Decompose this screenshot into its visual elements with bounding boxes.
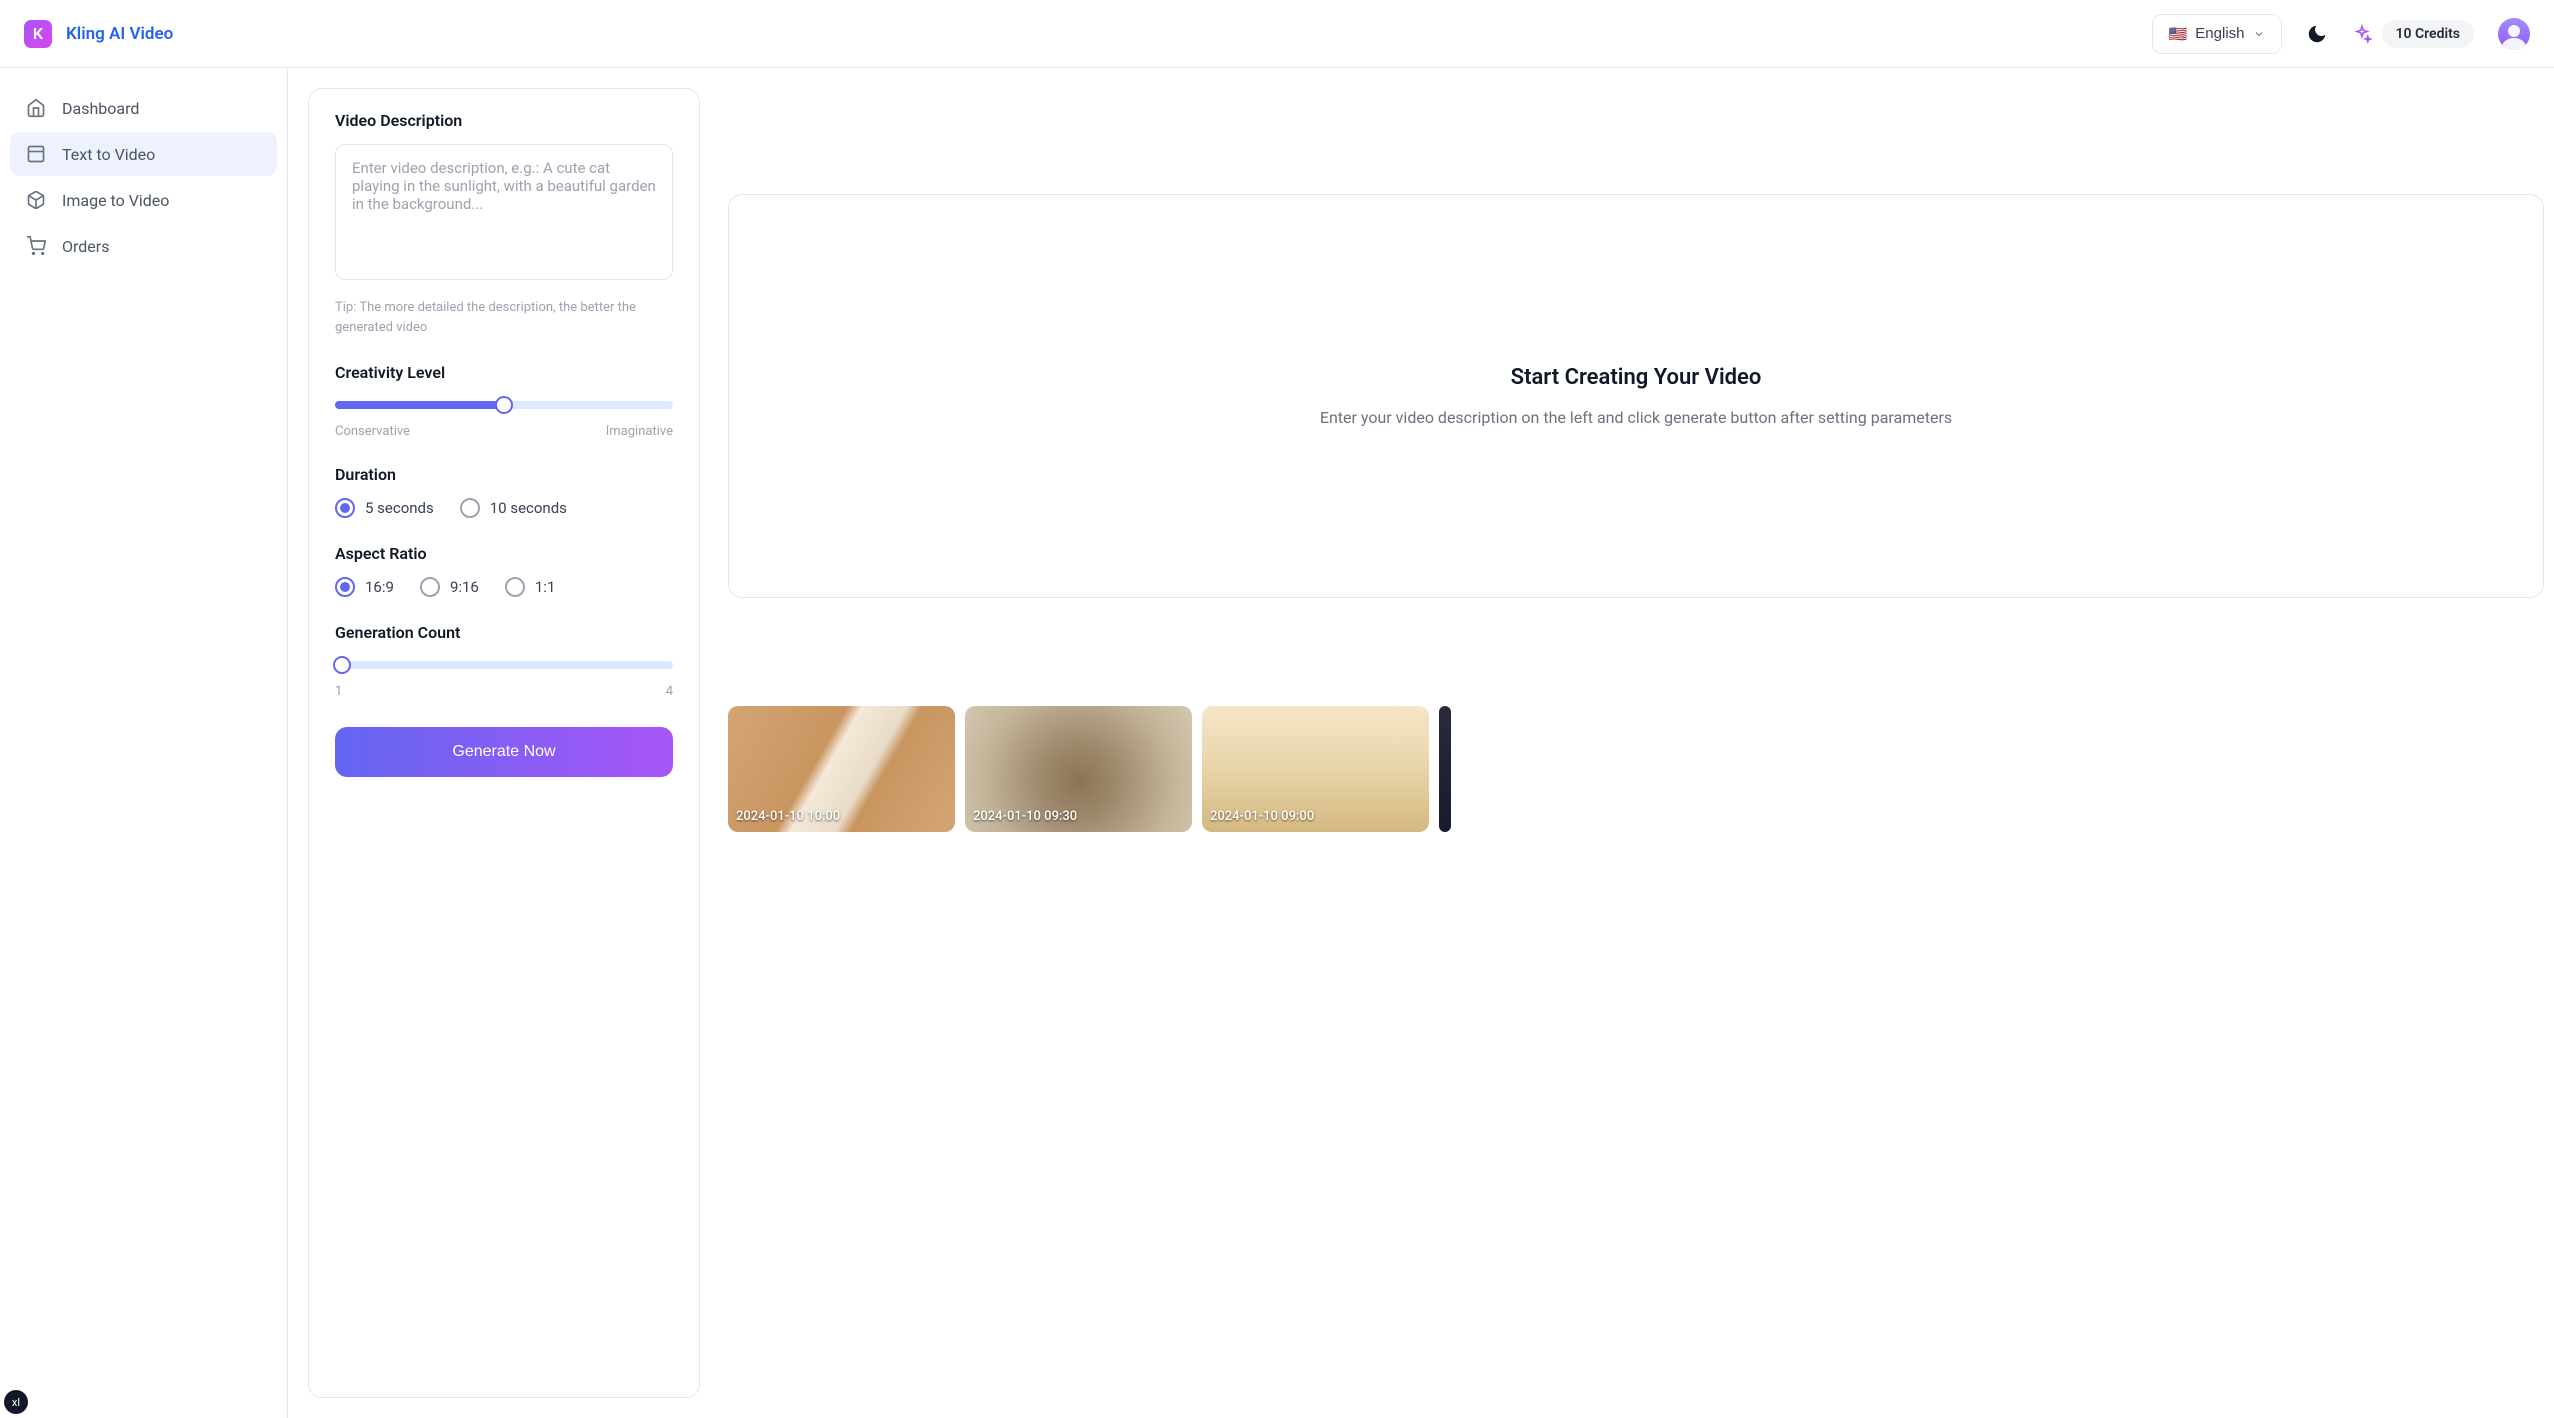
brand[interactable]: K Kling AI Video: [24, 20, 173, 48]
sidebar-item-text-to-video[interactable]: Text to Video: [10, 132, 277, 176]
language-label: English: [2195, 25, 2244, 42]
description-label: Video Description: [335, 111, 673, 130]
user-avatar[interactable]: [2498, 18, 2530, 50]
radio-label: 5 seconds: [365, 499, 434, 517]
sidebar-item-label: Text to Video: [62, 145, 155, 164]
thumbnail-timestamp: 2024-01-10 09:00: [1210, 809, 1314, 824]
settings-panel: Video Description Tip: The more detailed…: [308, 88, 700, 1398]
credits-pill: 10 Credits: [2382, 20, 2475, 48]
creativity-max-label: Imaginative: [606, 424, 673, 439]
preview-subtitle: Enter your video description on the left…: [1320, 408, 1952, 427]
history-thumbnails: 2024-01-10 10:00 2024-01-10 09:30 2024-0…: [728, 706, 2544, 832]
history-thumbnail-partial[interactable]: [1439, 706, 1451, 832]
radio-label: 16:9: [365, 578, 394, 596]
duration-option-10s[interactable]: 10 seconds: [460, 498, 567, 518]
creativity-min-label: Conservative: [335, 424, 410, 439]
flag-icon: 🇺🇸: [2169, 25, 2188, 43]
count-max-label: 4: [666, 684, 673, 699]
brand-name: Kling AI Video: [66, 24, 173, 44]
header-actions: 🇺🇸 English 10 Credits: [2152, 14, 2530, 54]
radio-unchecked-icon: [460, 498, 480, 518]
sidebar-item-dashboard[interactable]: Dashboard: [10, 86, 277, 130]
count-slider[interactable]: [335, 656, 673, 674]
sidebar-item-orders[interactable]: Orders: [10, 224, 277, 268]
dark-mode-toggle[interactable]: [2306, 23, 2328, 45]
main: Video Description Tip: The more detailed…: [288, 68, 2554, 1418]
radio-unchecked-icon: [505, 577, 525, 597]
sparkle-icon: [2352, 24, 2372, 44]
aspect-option-16-9[interactable]: 16:9: [335, 577, 394, 597]
description-input[interactable]: [335, 144, 673, 280]
thumbnail-timestamp: 2024-01-10 09:30: [973, 809, 1077, 824]
radio-label: 9:16: [450, 578, 479, 596]
duration-label: Duration: [335, 465, 673, 484]
count-min-label: 1: [335, 684, 342, 699]
thumbnail-timestamp: 2024-01-10 10:00: [736, 809, 840, 824]
history-thumbnail[interactable]: 2024-01-10 09:30: [965, 706, 1192, 832]
creativity-label: Creativity Level: [335, 363, 673, 382]
duration-option-5s[interactable]: 5 seconds: [335, 498, 434, 518]
language-selector[interactable]: 🇺🇸 English: [2152, 14, 2282, 54]
history-thumbnail[interactable]: 2024-01-10 09:00: [1202, 706, 1429, 832]
aspect-label: Aspect Ratio: [335, 544, 673, 563]
sidebar-item-image-to-video[interactable]: Image to Video: [10, 178, 277, 222]
radio-checked-icon: [335, 577, 355, 597]
credits[interactable]: 10 Credits: [2352, 20, 2475, 48]
description-tip: Tip: The more detailed the description, …: [335, 298, 673, 337]
radio-unchecked-icon: [420, 577, 440, 597]
home-icon: [26, 98, 46, 118]
sidebar-item-label: Image to Video: [62, 191, 169, 210]
radio-label: 1:1: [535, 578, 556, 596]
count-label: Generation Count: [335, 623, 673, 642]
logo-icon: K: [24, 20, 52, 48]
generate-button[interactable]: Generate Now: [335, 727, 673, 777]
radio-label: 10 seconds: [490, 499, 567, 517]
package-icon: [26, 144, 46, 164]
sidebar: Dashboard Text to Video Image to Video O…: [0, 68, 288, 1418]
cube-icon: [26, 190, 46, 210]
creativity-slider[interactable]: [335, 396, 673, 414]
preview-title: Start Creating Your Video: [1511, 365, 1762, 390]
header: K Kling AI Video 🇺🇸 English 10 Credits: [0, 0, 2554, 68]
sidebar-item-label: Orders: [62, 237, 109, 256]
sidebar-item-label: Dashboard: [62, 99, 139, 118]
aspect-option-1-1[interactable]: 1:1: [505, 577, 556, 597]
history-thumbnail[interactable]: 2024-01-10 10:00: [728, 706, 955, 832]
chevron-down-icon: [2253, 28, 2265, 40]
cart-icon: [26, 236, 46, 256]
preview-box: Start Creating Your Video Enter your vid…: [728, 194, 2544, 598]
thumbnail-image: [1439, 706, 1451, 832]
breakpoint-badge: xl: [4, 1390, 28, 1414]
aspect-option-9-16[interactable]: 9:16: [420, 577, 479, 597]
radio-checked-icon: [335, 498, 355, 518]
preview-panel: Start Creating Your Video Enter your vid…: [728, 88, 2544, 1398]
